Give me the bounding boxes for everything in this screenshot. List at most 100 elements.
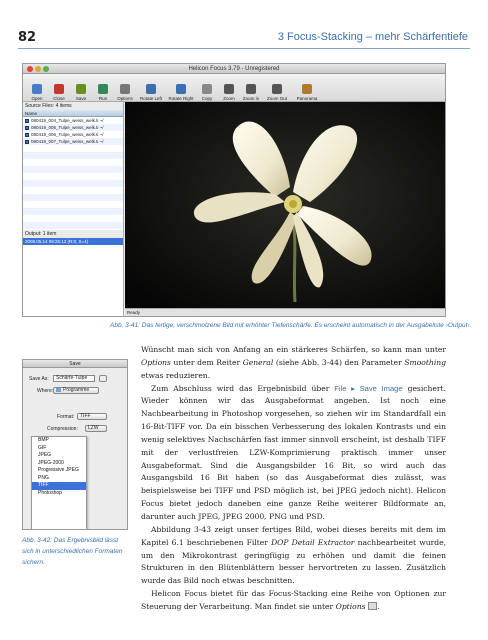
source-file-row[interactable]: 080419_004_Tulpe_weiss_welk.ti ~/ (23, 117, 123, 124)
file-checkbox[interactable] (25, 139, 29, 144)
compression-select[interactable]: LZW (85, 425, 107, 432)
source-file-row[interactable]: 080419_006_Tulpe_weiss_welk.ti ~/ (23, 131, 123, 138)
menu-path-file-save-image: File ▸ Save Image (334, 383, 403, 393)
toolbar-label: Run (98, 96, 108, 101)
window-title: Helicon Focus 3.79 - Unregistered (23, 64, 445, 74)
save-icon (76, 84, 86, 94)
zoom-icon (224, 84, 234, 94)
toolbar-label: Zoom (223, 96, 235, 101)
p1-smoothing: Smoothing (404, 357, 446, 367)
where-label: Where: (37, 388, 54, 394)
body-text: Wünscht man sich von Anfang an ein stärk… (141, 344, 446, 614)
toolbar-close-button[interactable]: Close (49, 84, 69, 101)
toolbar-zoom-button[interactable]: Zoom (219, 84, 239, 101)
running-head: 3 Focus-Stacking – mehr Schärfentiefe (277, 31, 468, 43)
zoom-window-icon[interactable] (43, 66, 49, 72)
paragraph-1: Wünscht man sich von Anfang an ein stärk… (141, 344, 446, 383)
toolbar-save-button[interactable]: Save (71, 84, 91, 101)
toolbar-label: Zoom in (242, 96, 260, 101)
format-option[interactable]: GIF (32, 445, 86, 453)
file-name: 080419_004_Tulpe_weiss_welk.ti ~/ (31, 118, 104, 123)
result-preview (125, 102, 445, 308)
where-select[interactable]: Programme (53, 387, 99, 394)
p1-text-4: etwas reduzieren. (141, 370, 211, 380)
file-checkbox[interactable] (25, 118, 29, 123)
paragraph-3: Abbildung 3-43 zeigt unser fertiges Bild… (141, 524, 446, 588)
source-files-label: Source Files: 4 items (23, 102, 123, 110)
p3-filter-name: DOP Detail Extractor (271, 537, 355, 547)
panorama-icon (302, 84, 312, 94)
zoom-in-icon (246, 84, 256, 94)
page-number: 82 (18, 30, 37, 45)
p1-text-2: unter dem Reiter (170, 357, 243, 367)
toolbar-label: Save (75, 96, 87, 101)
file-name: 080419_007_Tulpe_weiss_welk.ti ~/ (31, 139, 104, 144)
source-file-row[interactable]: 080419_007_Tulpe_weiss_welk.ti ~/ (23, 138, 123, 145)
output-label: Output: 1 item (23, 230, 123, 238)
dialog-title: Save (23, 360, 127, 368)
tulip-image (125, 102, 445, 308)
format-select[interactable]: TIFF (77, 413, 107, 420)
toolbar-label: Options (117, 96, 133, 101)
empty-list-area (23, 145, 123, 230)
toolbar-options-button[interactable]: Options (115, 84, 135, 101)
toolbar-rotate-left-button[interactable]: Rotate Left (137, 84, 165, 101)
format-option[interactable]: JPEG-2000 (32, 460, 86, 468)
toolbar-panorama-button[interactable]: Panorama (293, 84, 321, 101)
save-as-field[interactable]: Schärfe-Tulpe (53, 375, 95, 382)
copy-icon (202, 84, 212, 94)
toolbar-copy-button[interactable]: Copy (197, 84, 217, 101)
rotate-right-icon (176, 84, 186, 94)
column-header-name[interactable]: Name (23, 110, 123, 117)
figure-caption-3-42: Abb. 3-42: Das Ergebnisbild lässt sich i… (22, 537, 123, 566)
file-name: 080419_006_Tulpe_weiss_welk.ti ~/ (31, 132, 104, 137)
minimize-window-icon[interactable] (35, 66, 41, 72)
paragraph-2: Zum Abschluss wird das Ergebnisbild über… (141, 383, 446, 524)
format-option[interactable]: BMP (32, 437, 86, 445)
toolbar-label: Zoom Out (266, 96, 287, 101)
options-icon (367, 601, 377, 610)
options-icon (120, 84, 130, 94)
toolbar-rotate-right-button[interactable]: Rotate Right (167, 84, 195, 101)
status-bar: Ready (125, 308, 445, 316)
source-file-list: 080419_004_Tulpe_weiss_welk.ti ~/ 080419_… (23, 117, 123, 145)
file-checkbox[interactable] (25, 132, 29, 137)
toolbar-label: Close (53, 96, 65, 101)
toolbar-label: Open (31, 96, 43, 101)
header-rule (18, 48, 470, 49)
toolbar-label: Panorama (296, 96, 318, 101)
toolbar: Open Close Save Run Options Rotate Left Rotate… (23, 74, 445, 102)
file-checkbox[interactable] (25, 125, 29, 130)
toolbar-run-button[interactable]: Run (93, 84, 113, 101)
format-dropdown-list: BMP GIF JPEG JPEG-2000 Progressive JPEG PNG TI… (31, 436, 87, 529)
file-pane: Source Files: 4 items Name 080419_004_Tu… (23, 102, 124, 316)
format-option[interactable]: Progressive JPEG (32, 467, 86, 475)
source-file-row[interactable]: 080419_005_Tulpe_weiss_welk.ti ~/ (23, 124, 123, 131)
toolbar-zoom-in-button[interactable]: Zoom in (241, 84, 261, 101)
folder-icon (56, 388, 61, 392)
p1-text-3: (siehe Abb. 3-44) den Parameter (273, 357, 405, 367)
save-as-label: Save As: (29, 376, 49, 382)
format-option[interactable]: PNG (32, 475, 86, 483)
output-row[interactable]: 2008.05.14 09:25:13 (R:8, S=4) (23, 238, 123, 245)
format-option[interactable]: JPEG (32, 452, 86, 460)
paragraph-4: Helicon Focus bietet für das Focus-Stack… (141, 588, 446, 614)
p4-text: Helicon Focus bietet für das Focus-Stack… (141, 589, 446, 611)
close-window-icon[interactable] (27, 66, 33, 72)
p4-end: . (376, 601, 380, 611)
toolbar-open-button[interactable]: Open (27, 84, 47, 101)
file-name: 080419_005_Tulpe_weiss_welk.ti ~/ (31, 125, 104, 130)
format-option[interactable]: TIFF (32, 482, 86, 490)
expand-dialog-button[interactable] (99, 375, 107, 382)
run-icon (98, 84, 108, 94)
helicon-focus-screenshot: Helicon Focus 3.79 - Unregistered Open Cl… (22, 63, 446, 317)
format-option[interactable]: Photoshop (32, 490, 86, 498)
toolbar-zoom-out-button[interactable]: Zoom Out (263, 84, 291, 101)
p1-options: Options (141, 357, 171, 367)
figure-caption-3-41: Abb. 3-41: Das fertige, verschmolzene Bi… (110, 322, 472, 329)
toolbar-label: Rotate Left (139, 96, 162, 101)
format-label: Format: (57, 414, 75, 420)
p4-options: Options (335, 601, 366, 611)
rotate-left-icon (146, 84, 156, 94)
p2-text: Zum Abschluss wird das Ergebnisbild über (151, 383, 335, 393)
